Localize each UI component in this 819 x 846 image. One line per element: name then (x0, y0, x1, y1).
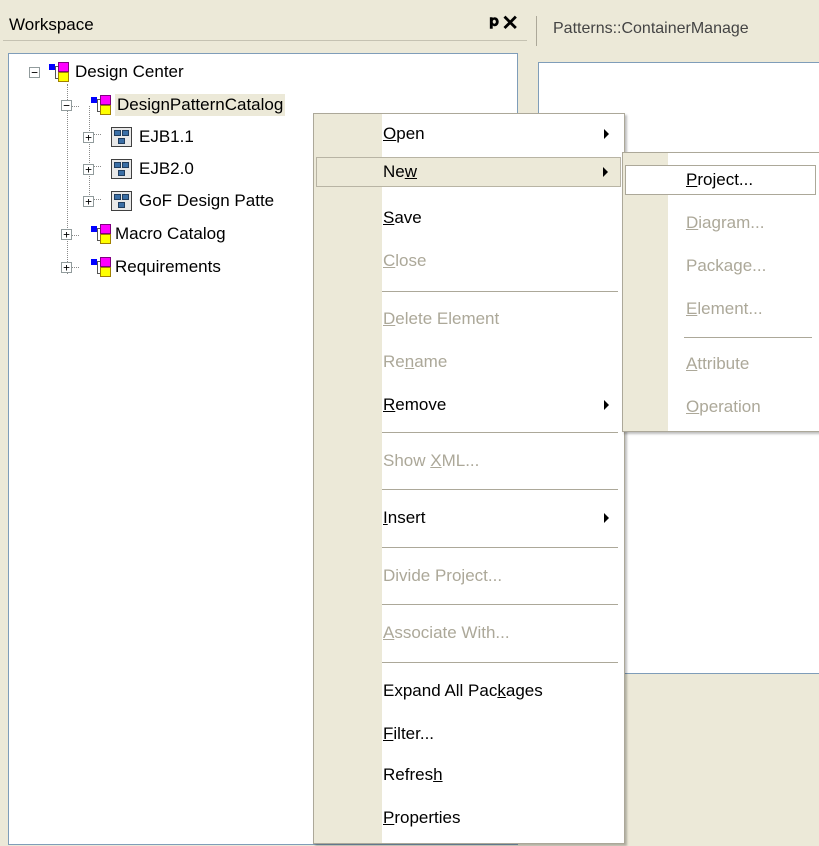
submenu-arrow-icon (604, 129, 609, 139)
expand-icon[interactable]: + (61, 229, 72, 240)
workspace-header: Workspace 𝐩 ✕ (3, 10, 527, 41)
expand-icon[interactable]: + (83, 164, 94, 175)
expand-icon[interactable]: + (83, 196, 94, 207)
tree-item-label: Design Center (75, 62, 184, 81)
document-tab[interactable]: Patterns::ContainerManage (536, 16, 819, 46)
menu-item-project[interactable]: Project... (625, 165, 816, 195)
menu-separator (382, 489, 618, 490)
pin-icon[interactable]: 𝐩 (489, 13, 499, 31)
model-icon (111, 191, 132, 211)
close-icon[interactable]: ✕ (501, 11, 519, 36)
menu-separator (382, 547, 618, 548)
menu-item-delete-element[interactable]: Delete Element (316, 304, 621, 334)
menu-item-filter[interactable]: Filter... (316, 719, 621, 749)
submenu-arrow-icon (604, 400, 609, 410)
menu-item-rename[interactable]: Rename (316, 347, 621, 377)
menu-item-package[interactable]: Package... (625, 251, 816, 281)
menu-separator (382, 604, 618, 605)
collapse-icon[interactable]: − (29, 67, 40, 78)
tree-item-label: DesignPatternCatalog (115, 94, 286, 116)
tree-item-design-center[interactable]: − Design Center (9, 61, 509, 85)
expand-icon[interactable]: + (83, 132, 94, 143)
menu-item-show-xml[interactable]: Show XML... (316, 446, 621, 476)
new-submenu: Project... Diagram... Package... Element… (622, 152, 819, 432)
menu-item-open[interactable]: Open (316, 119, 621, 149)
menu-item-attribute[interactable]: Attribute (625, 349, 816, 379)
menu-separator (382, 662, 618, 663)
package-icon (89, 257, 111, 277)
tree-item-label: Macro Catalog (115, 224, 226, 243)
model-icon (111, 127, 132, 147)
workspace-title: Workspace (9, 15, 94, 34)
submenu-arrow-icon (603, 167, 608, 177)
menu-item-element[interactable]: Element... (625, 294, 816, 324)
menu-item-refresh[interactable]: Refresh (316, 760, 621, 790)
package-icon (89, 224, 111, 244)
menu-item-save[interactable]: Save (316, 203, 621, 233)
expand-icon[interactable]: + (61, 262, 72, 273)
model-icon (111, 159, 132, 179)
menu-item-expand-all-packages[interactable]: Expand All Packages (316, 676, 621, 706)
menu-item-remove[interactable]: Remove (316, 390, 621, 420)
menu-item-new[interactable]: New (316, 157, 621, 187)
menu-item-close[interactable]: Close (316, 246, 621, 276)
menu-item-operation[interactable]: Operation (625, 392, 816, 422)
menu-separator (684, 337, 812, 338)
context-menu: Open New Save Close Delete Element Renam… (313, 113, 625, 844)
menu-item-associate-with[interactable]: Associate With... (316, 618, 621, 648)
menu-separator (382, 432, 618, 433)
collapse-icon[interactable]: − (61, 100, 72, 111)
document-tab-label: Patterns::ContainerManage (553, 20, 749, 37)
menu-item-diagram[interactable]: Diagram... (625, 208, 816, 238)
tree-item-label: EJB2.0 (139, 159, 194, 178)
tree-item-label: GoF Design Patte (139, 191, 275, 210)
menu-separator (382, 291, 618, 292)
package-icon (89, 95, 111, 115)
menu-item-insert[interactable]: Insert (316, 503, 621, 533)
tree-item-label: Requirements (115, 257, 221, 276)
menu-item-divide-project[interactable]: Divide Project... (316, 561, 621, 591)
menu-item-properties[interactable]: Properties (316, 803, 621, 833)
package-icon (47, 62, 69, 82)
submenu-arrow-icon (604, 513, 609, 523)
tree-item-label: EJB1.1 (139, 127, 194, 146)
